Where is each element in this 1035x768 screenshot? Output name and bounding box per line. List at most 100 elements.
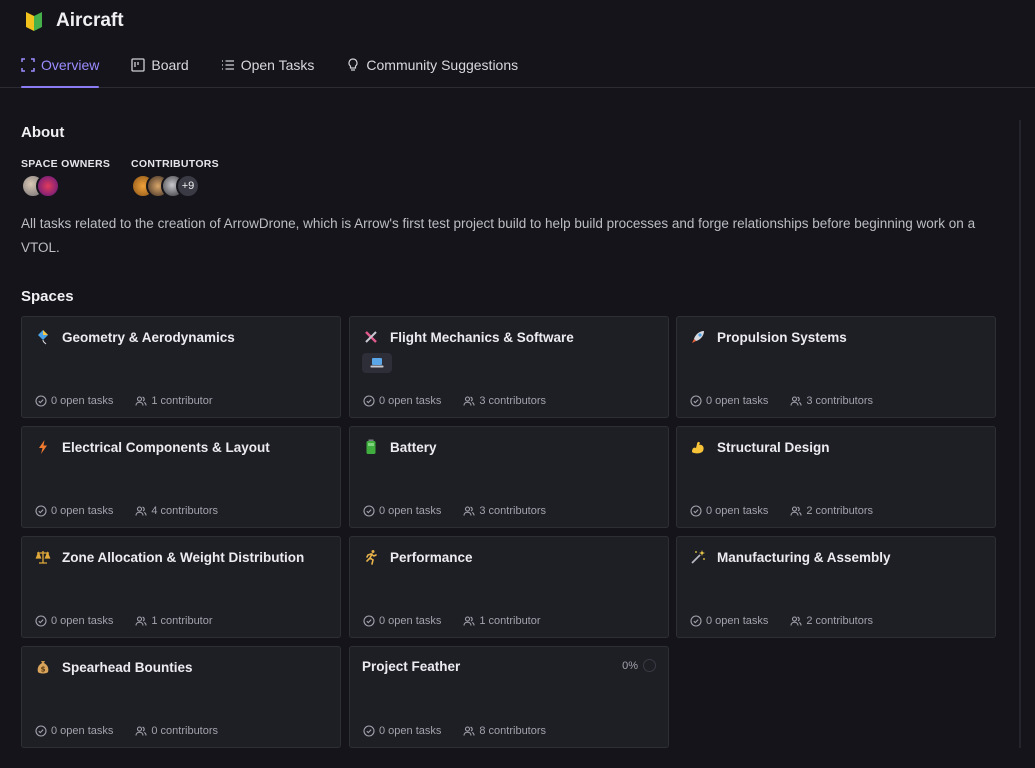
check-circle-icon xyxy=(35,615,47,627)
users-icon xyxy=(135,616,147,626)
avatar[interactable] xyxy=(36,174,60,198)
users-icon xyxy=(790,616,802,626)
tab-overview[interactable]: Overview xyxy=(21,52,100,88)
check-circle-icon xyxy=(690,615,702,627)
space-card-propulsion-systems[interactable]: Propulsion Systems 0 open tasks 3 contri… xyxy=(676,316,996,418)
contributors-count: 2 contributors xyxy=(806,505,874,517)
space-name: Zone Allocation & Weight Distribution xyxy=(62,549,305,565)
flexed-arm-icon xyxy=(690,439,706,455)
check-circle-icon xyxy=(690,395,702,407)
overview-icon xyxy=(21,58,35,72)
about-heading: About xyxy=(21,124,65,141)
tab-label: Open Tasks xyxy=(240,57,315,73)
scales-icon xyxy=(35,549,51,565)
open-tasks-count: 0 open tasks xyxy=(379,615,442,627)
tab-label: Overview xyxy=(41,57,100,73)
space-name: Structural Design xyxy=(717,439,830,455)
contributors-label: CONTRIBUTORS xyxy=(131,158,219,170)
runner-icon xyxy=(363,549,379,565)
space-card-performance[interactable]: Performance 0 open tasks 1 contributor xyxy=(349,536,669,638)
check-circle-icon xyxy=(363,725,375,737)
contributors-count: 1 contributor xyxy=(479,615,541,627)
space-name: Performance xyxy=(390,549,473,565)
users-icon xyxy=(463,506,475,516)
progress-indicator: 0% xyxy=(622,659,656,672)
users-icon xyxy=(135,396,147,406)
space-card-battery[interactable]: Battery 0 open tasks 3 contributors xyxy=(349,426,669,528)
check-circle-icon xyxy=(363,395,375,407)
contributors-count: 0 contributors xyxy=(151,725,219,737)
users-icon xyxy=(790,396,802,406)
tab-community-suggestions[interactable]: Community Suggestions xyxy=(346,52,518,78)
users-icon xyxy=(790,506,802,516)
users-icon xyxy=(135,506,147,516)
contributors-count: 3 contributors xyxy=(479,395,547,407)
battery-icon xyxy=(363,439,379,455)
contributors-count: 2 contributors xyxy=(806,615,874,627)
space-card-structural-design[interactable]: Structural Design 0 open tasks 2 contrib… xyxy=(676,426,996,528)
laptop-icon xyxy=(370,358,384,368)
page-header: Aircraft Overview Board Open Tasks Commu… xyxy=(0,0,1035,88)
money-bag-icon: $ xyxy=(35,659,51,675)
space-card-manufacturing-assembly[interactable]: Manufacturing & Assembly 0 open tasks 2 … xyxy=(676,536,996,638)
tab-board[interactable]: Board xyxy=(131,52,189,78)
rocket-icon xyxy=(690,329,706,345)
spaces-heading: Spaces xyxy=(21,288,74,305)
open-tasks-count: 0 open tasks xyxy=(379,505,442,517)
contributors-avatars: +9 xyxy=(131,174,200,198)
contributors-count: 3 contributors xyxy=(806,395,874,407)
space-card-flight-mechanics-software[interactable]: Flight Mechanics & Software 0 open tasks… xyxy=(349,316,669,418)
open-tasks-count: 0 open tasks xyxy=(51,725,114,737)
progress-percent: 0% xyxy=(622,659,638,672)
contributors-count: 3 contributors xyxy=(479,505,547,517)
space-card-electrical-components-layout[interactable]: Electrical Components & Layout 0 open ta… xyxy=(21,426,341,528)
space-name: Flight Mechanics & Software xyxy=(390,329,574,345)
svg-text:$: $ xyxy=(41,666,46,674)
users-icon xyxy=(463,396,475,406)
open-tasks-count: 0 open tasks xyxy=(379,725,442,737)
users-icon xyxy=(463,616,475,626)
space-name: Spearhead Bounties xyxy=(62,659,193,675)
space-name: Manufacturing & Assembly xyxy=(717,549,891,565)
open-tasks-count: 0 open tasks xyxy=(51,395,114,407)
users-icon xyxy=(463,726,475,736)
contributors-count: 1 contributor xyxy=(151,395,213,407)
space-name: Propulsion Systems xyxy=(717,329,847,345)
beginner-badge-icon xyxy=(24,10,44,32)
progress-ring-icon xyxy=(643,659,656,672)
contributors-count: 4 contributors xyxy=(151,505,219,517)
laptop-tag[interactable] xyxy=(362,353,392,373)
tab-label: Board xyxy=(151,57,189,73)
tab-open-tasks[interactable]: Open Tasks xyxy=(221,52,315,78)
space-card-spearhead-bounties[interactable]: $ Spearhead Bounties 0 open tasks 0 cont… xyxy=(21,646,341,748)
title-row: Aircraft xyxy=(24,10,124,32)
scrollbar[interactable] xyxy=(1019,120,1021,748)
check-circle-icon xyxy=(35,725,47,737)
space-owners-label: SPACE OWNERS xyxy=(21,158,111,170)
space-card-zone-allocation[interactable]: Zone Allocation & Weight Distribution 0 … xyxy=(21,536,341,638)
crossed-tools-icon xyxy=(363,329,379,345)
more-contributors-badge[interactable]: +9 xyxy=(176,174,200,198)
space-name: Electrical Components & Layout xyxy=(62,439,270,455)
space-owners-avatars xyxy=(21,174,60,198)
space-card-project-feather[interactable]: Project Feather 0% 0 open tasks 8 contri… xyxy=(349,646,669,748)
check-circle-icon xyxy=(363,505,375,517)
space-name: Geometry & Aerodynamics xyxy=(62,329,235,345)
about-description: All tasks related to the creation of Arr… xyxy=(21,216,976,255)
open-tasks-count: 0 open tasks xyxy=(51,505,114,517)
tab-bar: Overview Board Open Tasks Community Sugg… xyxy=(21,52,550,88)
open-tasks-count: 0 open tasks xyxy=(379,395,442,407)
open-tasks-count: 0 open tasks xyxy=(706,505,769,517)
check-circle-icon xyxy=(35,505,47,517)
contributors-count: 8 contributors xyxy=(479,725,547,737)
list-icon xyxy=(221,58,235,72)
space-name: Project Feather xyxy=(362,659,461,674)
kite-icon xyxy=(35,329,51,345)
page-title: Aircraft xyxy=(56,10,124,31)
check-circle-icon xyxy=(35,395,47,407)
users-icon xyxy=(135,726,147,736)
check-circle-icon xyxy=(363,615,375,627)
contributors-count: 1 contributor xyxy=(151,615,213,627)
open-tasks-count: 0 open tasks xyxy=(706,615,769,627)
space-card-geometry-aerodynamics[interactable]: Geometry & Aerodynamics 0 open tasks 1 c… xyxy=(21,316,341,418)
